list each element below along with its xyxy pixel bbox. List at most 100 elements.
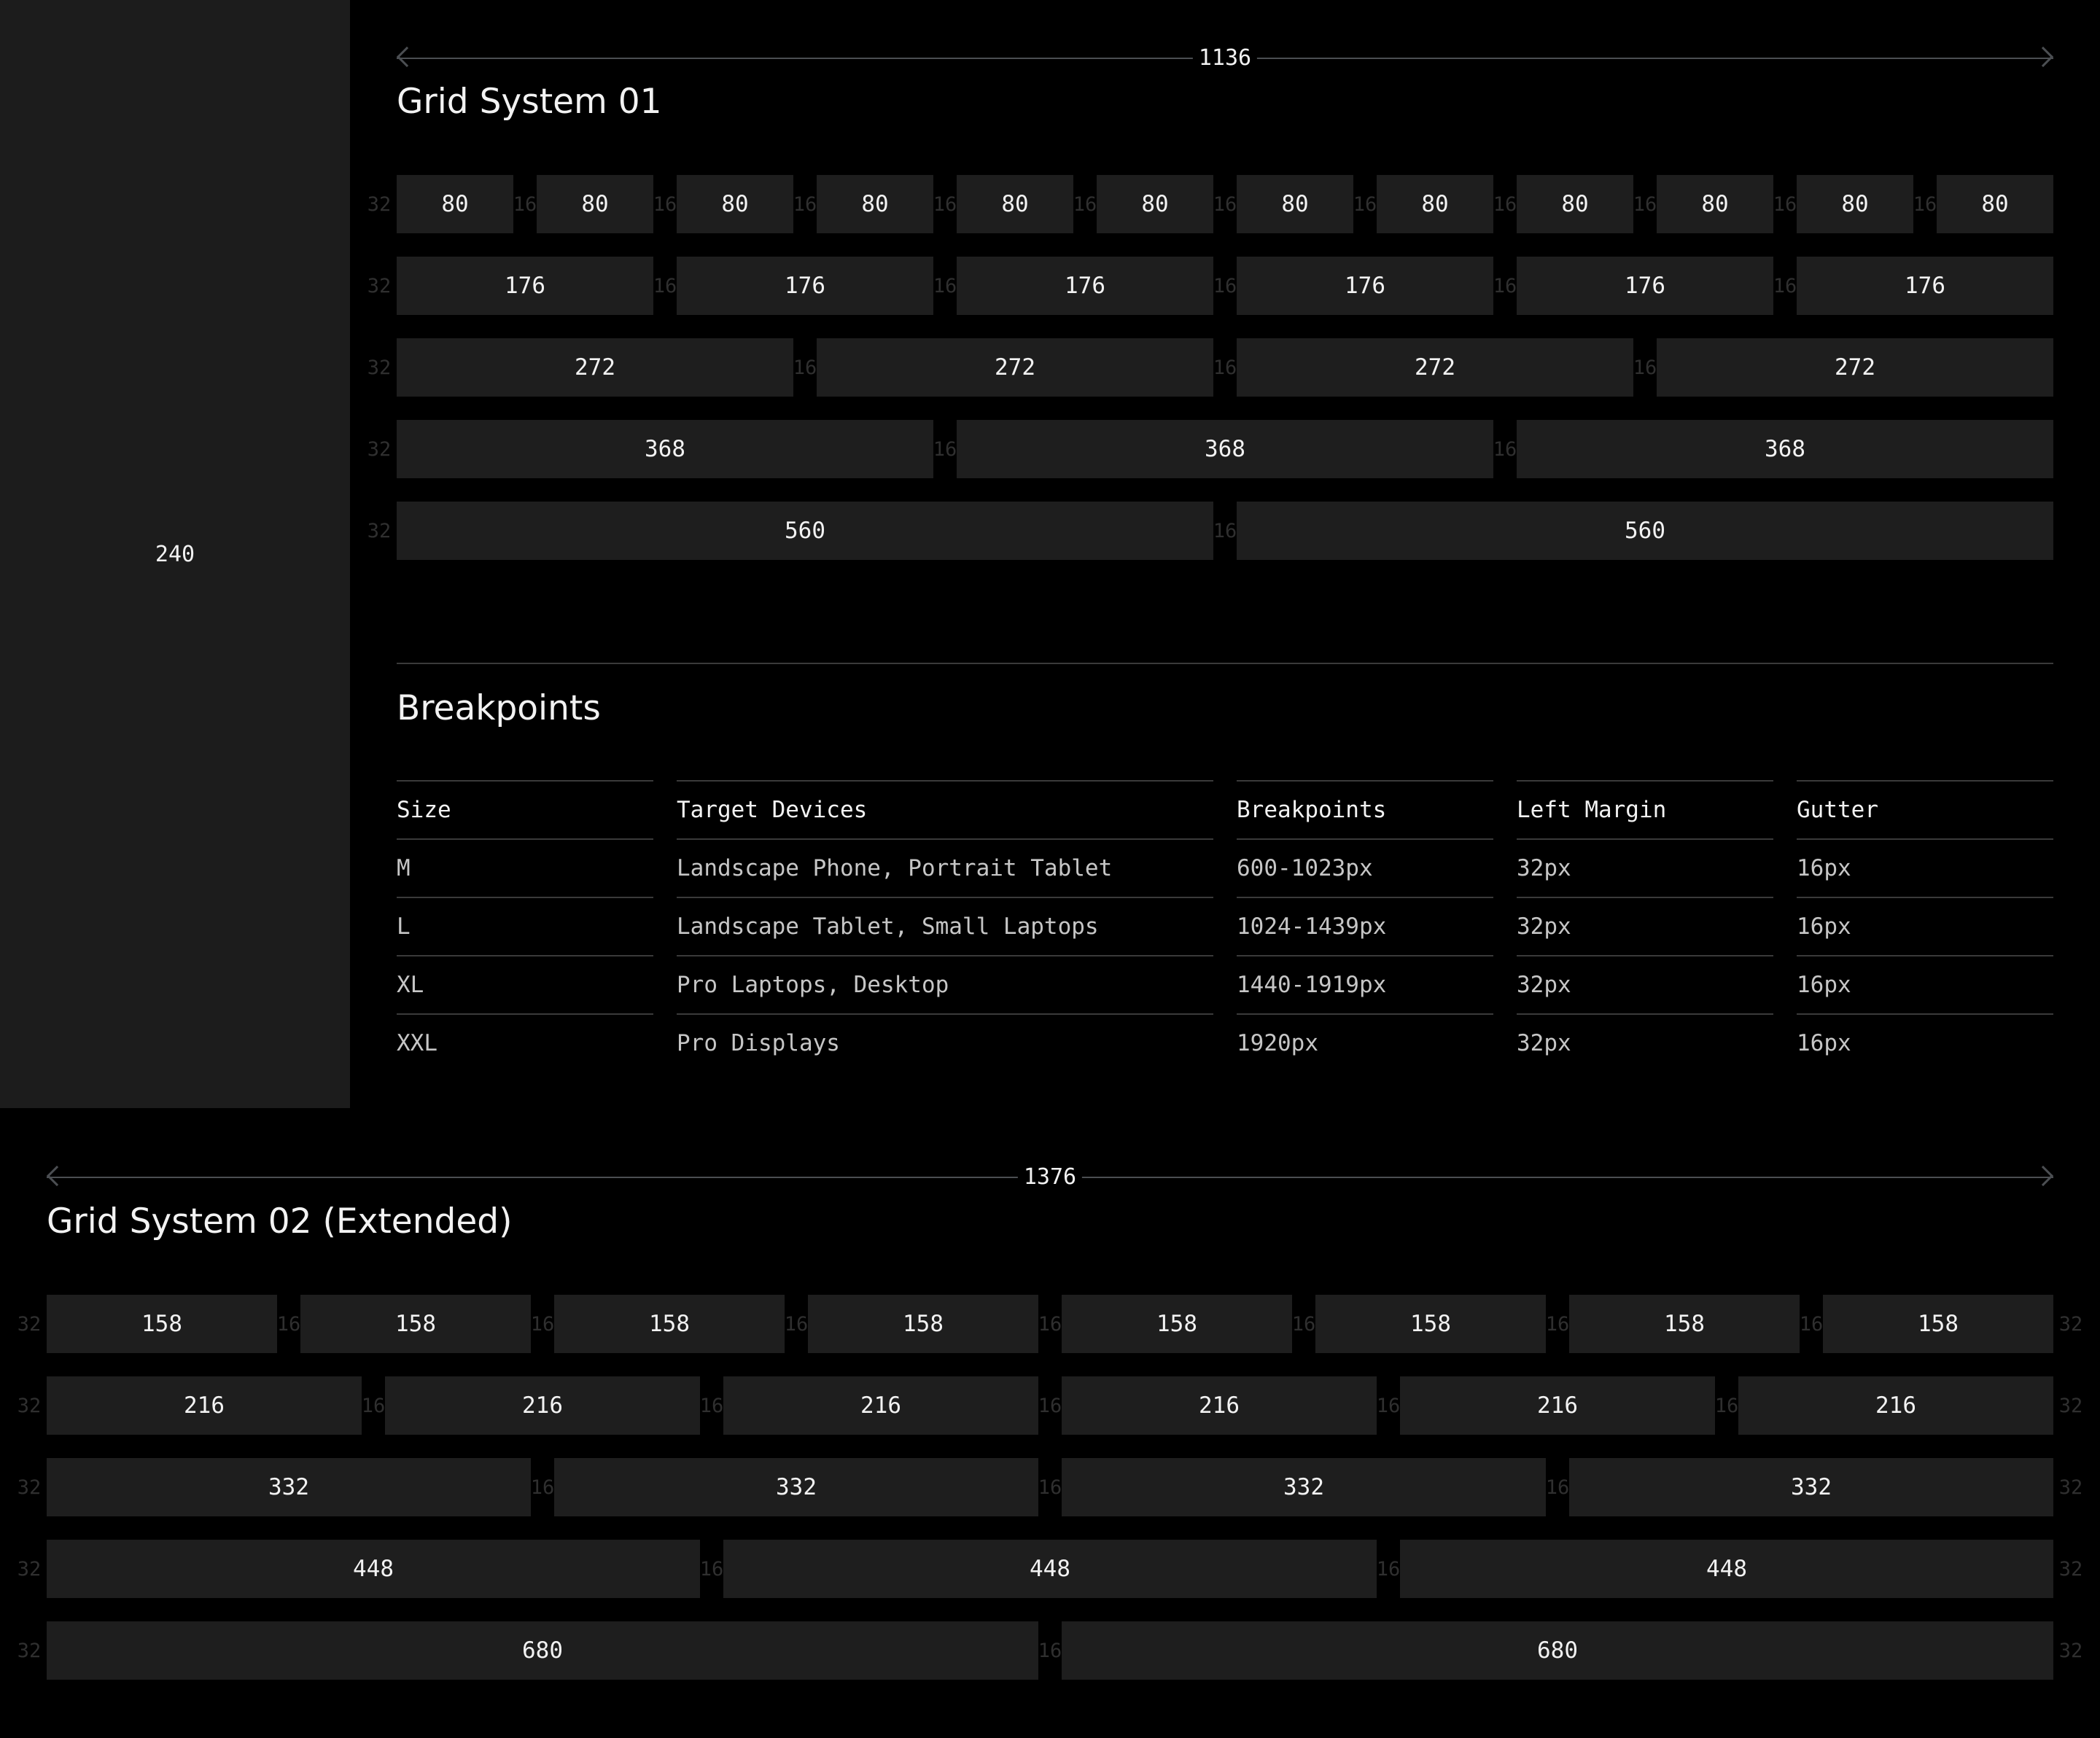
gutter-label: 16 bbox=[1073, 192, 1097, 216]
grid-column: 680 bbox=[1062, 1621, 2053, 1680]
grid02-width-dimension: 1376 bbox=[46, 1165, 2054, 1190]
gutter-label: 16 bbox=[1493, 274, 1517, 297]
grid-column: 176 bbox=[1237, 257, 1493, 315]
grid-column: 216 bbox=[1062, 1376, 1377, 1435]
table-header-cell: Breakpoints bbox=[1237, 782, 1493, 840]
grid01-title: Grid System 01 bbox=[397, 82, 662, 122]
grid-column: 272 bbox=[817, 338, 1213, 397]
margin-label: 32 bbox=[367, 192, 392, 216]
table-column: Gutter 16px 16px 16px 16px bbox=[1797, 780, 2053, 1072]
gutter-label: 16 bbox=[793, 356, 817, 379]
grid-column: 216 bbox=[1400, 1376, 1715, 1435]
table-header-cell: Gutter bbox=[1797, 782, 2053, 840]
grid-column: 158 bbox=[1823, 1295, 2053, 1353]
gutter-label: 16 bbox=[700, 1394, 723, 1417]
grid-column: 272 bbox=[1657, 338, 2053, 397]
grid-column: 176 bbox=[677, 257, 933, 315]
table-cell: Landscape Phone, Portrait Tablet bbox=[677, 840, 1213, 898]
grid-column: 158 bbox=[1062, 1295, 1292, 1353]
arrow-left-icon bbox=[46, 1165, 68, 1187]
table-cell: 1920px bbox=[1237, 1030, 1318, 1056]
gutter-label: 16 bbox=[1353, 192, 1377, 216]
margin-label: 32 bbox=[2058, 1557, 2083, 1581]
table-cell: 32px bbox=[1517, 898, 1773, 956]
gutter-label: 16 bbox=[277, 1312, 300, 1336]
gutter-label: 16 bbox=[1913, 192, 1937, 216]
margin-label: 32 bbox=[17, 1476, 42, 1499]
grid-column: 80 bbox=[1517, 175, 1633, 233]
grid01-width-dimension: 1136 bbox=[396, 46, 2054, 71]
gutter-label: 16 bbox=[1038, 1639, 1062, 1662]
grid-column: 216 bbox=[723, 1376, 1038, 1435]
gutter-label: 16 bbox=[933, 437, 957, 461]
table-cell: 16px bbox=[1797, 898, 2053, 956]
table-header-cell: Target Devices bbox=[677, 782, 1213, 840]
grid-column: 176 bbox=[397, 257, 653, 315]
grid-column: 448 bbox=[47, 1540, 700, 1598]
gutter-label: 16 bbox=[1038, 1312, 1062, 1336]
grid-column: 560 bbox=[1237, 502, 2053, 560]
table-column: Target Devices Landscape Phone, Portrait … bbox=[677, 780, 1213, 1072]
table-column: Breakpoints 600-1023px 1024-1439px 1440-191… bbox=[1237, 780, 1493, 1072]
grid-column: 80 bbox=[1097, 175, 1213, 233]
grid-column: 368 bbox=[397, 420, 933, 478]
grid-column: 158 bbox=[1569, 1295, 1800, 1353]
gutter-label: 16 bbox=[1213, 192, 1237, 216]
grid-column: 158 bbox=[808, 1295, 1038, 1353]
grid-column: 158 bbox=[554, 1295, 785, 1353]
gutter-label: 16 bbox=[1292, 1312, 1315, 1336]
margin-label: 32 bbox=[17, 1394, 42, 1417]
margin-label: 32 bbox=[367, 519, 392, 542]
gutter-label: 16 bbox=[793, 192, 817, 216]
gutter-label: 16 bbox=[653, 274, 677, 297]
gutter-label: 16 bbox=[1773, 192, 1797, 216]
table-cell: 32px bbox=[1517, 840, 1773, 898]
gutter-label: 16 bbox=[513, 192, 537, 216]
grid01-width-label: 1136 bbox=[1192, 46, 1258, 71]
margin-label: 32 bbox=[2058, 1394, 2083, 1417]
grid-column: 216 bbox=[47, 1376, 362, 1435]
gutter-label: 16 bbox=[700, 1557, 723, 1581]
gutter-label: 16 bbox=[785, 1312, 808, 1336]
grid-column: 176 bbox=[957, 257, 1213, 315]
table-cell: 16px bbox=[1797, 1030, 1851, 1056]
grid-column: 332 bbox=[47, 1458, 531, 1516]
table-column: Left Margin 32px 32px 32px 32px bbox=[1517, 780, 1773, 1072]
grid-column: 158 bbox=[47, 1295, 277, 1353]
grid-column: 80 bbox=[1937, 175, 2053, 233]
gutter-label: 16 bbox=[1773, 274, 1797, 297]
table-cell: Pro Laptops, Desktop bbox=[677, 956, 1213, 1015]
gutter-label: 16 bbox=[1800, 1312, 1823, 1336]
table-header-cell: Left Margin bbox=[1517, 782, 1773, 840]
table-column: Size M L XL XXL bbox=[397, 780, 653, 1072]
table-cell: XL bbox=[397, 956, 653, 1015]
margin-label: 32 bbox=[367, 356, 392, 379]
gutter-label: 16 bbox=[1038, 1476, 1062, 1499]
margin-label: 32 bbox=[17, 1639, 42, 1662]
margin-label: 32 bbox=[17, 1557, 42, 1581]
grid-column: 216 bbox=[1738, 1376, 2053, 1435]
grid-column: 80 bbox=[817, 175, 933, 233]
table-cell: Landscape Tablet, Small Laptops bbox=[677, 898, 1213, 956]
margin-label: 32 bbox=[367, 437, 392, 461]
gutter-label: 16 bbox=[362, 1394, 385, 1417]
gutter-label: 16 bbox=[1213, 356, 1237, 379]
table-cell: 1024-1439px bbox=[1237, 898, 1493, 956]
grid-column: 448 bbox=[723, 1540, 1377, 1598]
grid-column: 680 bbox=[47, 1621, 1038, 1680]
table-cell: XXL bbox=[397, 1030, 438, 1056]
grid-column: 80 bbox=[1657, 175, 1773, 233]
grid-column: 80 bbox=[677, 175, 793, 233]
gutter-label: 16 bbox=[1493, 192, 1517, 216]
table-cell: 32px bbox=[1517, 1030, 1571, 1056]
grid-column: 158 bbox=[1315, 1295, 1546, 1353]
grid-column: 176 bbox=[1797, 257, 2053, 315]
gutter-label: 16 bbox=[531, 1312, 554, 1336]
grid-column: 368 bbox=[1517, 420, 2053, 478]
grid02-title: Grid System 02 (Extended) bbox=[47, 1201, 513, 1242]
grid-column: 80 bbox=[537, 175, 653, 233]
grid-column: 272 bbox=[1237, 338, 1633, 397]
gutter-label: 16 bbox=[1633, 192, 1657, 216]
table-header-cell: Size bbox=[397, 782, 653, 840]
table-cell: 16px bbox=[1797, 840, 2053, 898]
